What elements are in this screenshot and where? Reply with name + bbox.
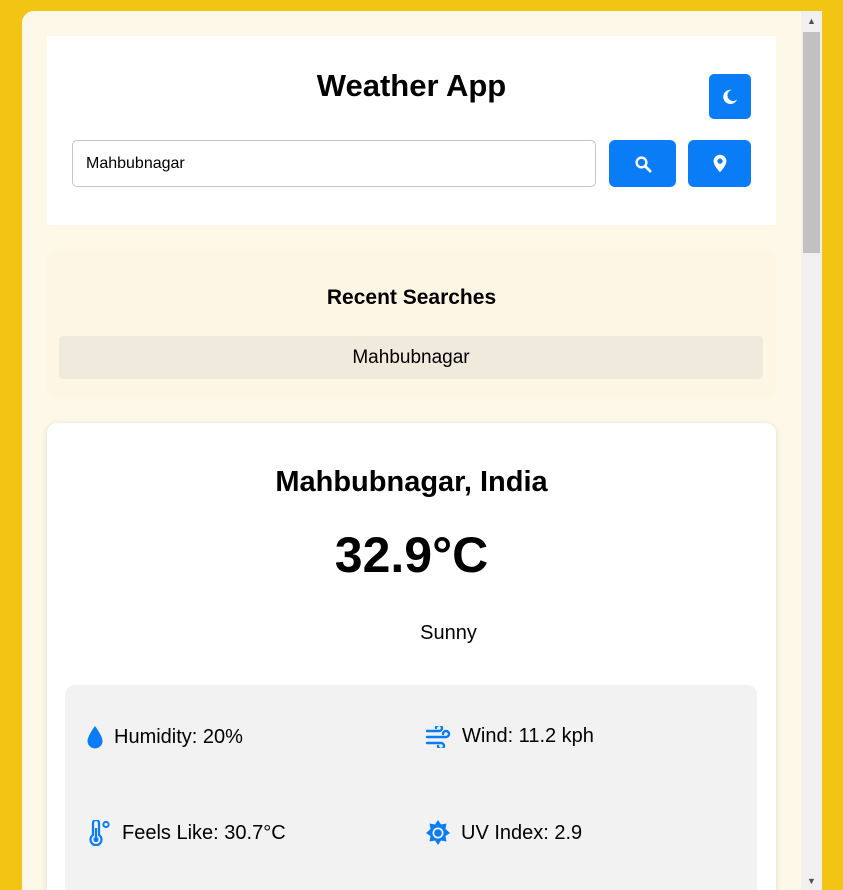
city-search-input[interactable] xyxy=(72,140,596,187)
humidity-detail: Humidity: 20% xyxy=(86,725,243,749)
feels-like-label: Feels Like: 30.7°C xyxy=(122,821,286,844)
weather-condition: Sunny xyxy=(420,622,477,644)
scroll-down-arrow-icon[interactable]: ▼ xyxy=(801,871,822,890)
header-panel: Weather App xyxy=(47,36,776,225)
theme-toggle-button[interactable] xyxy=(709,74,751,119)
humidity-label: Humidity: 20% xyxy=(114,725,243,748)
vertical-scrollbar[interactable]: ▲ ▼ xyxy=(801,11,822,890)
moon-icon xyxy=(723,89,738,104)
recent-search-item[interactable]: Mahbubnagar xyxy=(59,336,763,379)
recent-searches-title: Recent Searches xyxy=(326,286,497,309)
wind-detail: Wind: 11.2 kph xyxy=(425,725,594,748)
scroll-up-arrow-icon[interactable]: ▲ xyxy=(801,11,822,30)
feels-like-detail: Feels Like: 30.7°C xyxy=(86,820,286,846)
water-drop-icon xyxy=(86,725,104,749)
map-pin-icon xyxy=(713,154,726,173)
weather-details: Humidity: 20% Wind: 11.2 kph Feels Like:… xyxy=(65,685,757,890)
wind-label: Wind: 11.2 kph xyxy=(462,725,594,747)
scrollbar-thumb[interactable] xyxy=(803,32,820,253)
uv-index-label: UV Index: 2.9 xyxy=(461,821,583,844)
search-button[interactable] xyxy=(609,140,676,187)
thermometer-icon xyxy=(86,820,112,846)
temperature-value: 32.9°C xyxy=(334,527,489,583)
page-title: Weather App xyxy=(316,68,507,103)
uv-index-detail: UV Index: 2.9 xyxy=(425,820,582,846)
wind-icon xyxy=(425,725,452,748)
location-name: Mahbubnagar, India xyxy=(275,466,548,498)
sun-icon xyxy=(425,820,451,846)
app-window: Weather App Recent Searches Mahbubnagar … xyxy=(22,11,822,890)
current-location-button[interactable] xyxy=(688,140,751,187)
search-icon xyxy=(634,155,651,172)
weather-card: Mahbubnagar, India 32.9°C Sunny Humidity… xyxy=(47,423,776,890)
recent-searches-panel: Recent Searches Mahbubnagar xyxy=(47,249,776,399)
